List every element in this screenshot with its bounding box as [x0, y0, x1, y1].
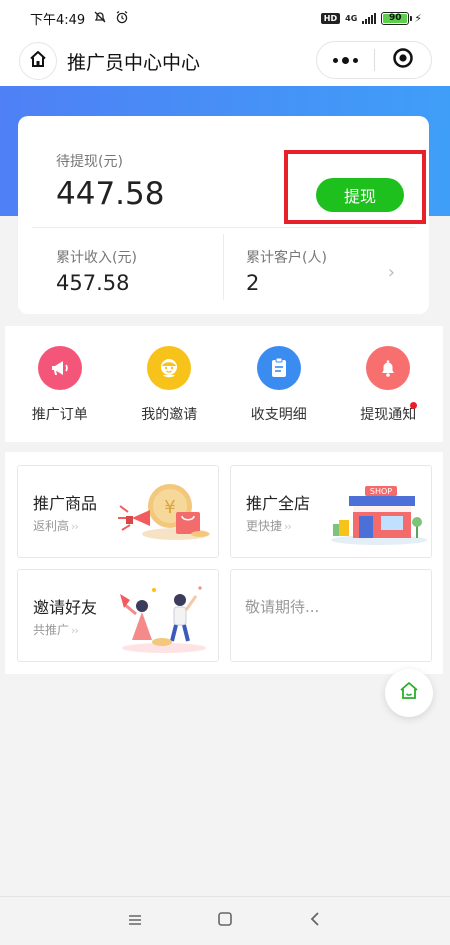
withdraw-button[interactable]: 提现 — [316, 178, 404, 212]
promo-tile-title: 邀请好友 — [33, 598, 98, 617]
status-bar: 下午4:49 HD 4G 90 ⚡ — [0, 0, 450, 36]
stats-divider — [223, 234, 224, 300]
quick-item-my-invites[interactable]: 我的邀请 — [115, 326, 225, 442]
chevron-right-icon[interactable]: › — [388, 262, 395, 283]
battery-icon: 90 — [381, 11, 413, 25]
promo-tile-subtitle: 共推广 ›› — [33, 623, 79, 637]
svg-text:¥: ¥ — [164, 497, 175, 518]
coin-megaphone-illustration: ¥ — [118, 484, 210, 540]
system-nav-bar — [0, 896, 450, 945]
card-divider — [32, 227, 415, 228]
double-chevron-icon: ›› — [284, 520, 292, 533]
total-income-value: 457.58 — [56, 271, 130, 295]
square-icon — [217, 911, 233, 931]
double-chevron-icon: ›› — [71, 520, 79, 533]
close-mini-program-button[interactable] — [374, 47, 431, 73]
promo-tile-title: 推广商品 — [33, 494, 98, 513]
home-icon — [398, 680, 420, 706]
quick-item-statement[interactable]: 收支明细 — [224, 326, 334, 442]
quick-item-label: 推广订单 — [31, 407, 88, 423]
page-title: 推广员中心中心 — [67, 51, 201, 74]
total-income-label: 累计收入(元) — [56, 250, 137, 266]
coming-soon-text: 敬请期待... — [245, 598, 320, 616]
back-icon — [309, 911, 321, 931]
quick-item-label: 我的邀请 — [141, 407, 198, 423]
nav-bar: 推广员中心中心 — [0, 36, 450, 86]
promo-tile-subtitle: 返利高 ›› — [33, 519, 79, 533]
quick-item-label: 收支明细 — [250, 407, 307, 423]
battery-level: 90 — [389, 13, 402, 23]
more-button[interactable] — [317, 56, 374, 64]
quick-item-promo-orders[interactable]: 推广订单 — [5, 326, 115, 442]
status-right: HD 4G 90 ⚡ — [320, 11, 422, 25]
promo-tile-products[interactable]: 推广商品 返利高 ›› ¥ — [17, 465, 219, 558]
quick-item-label: 提现通知 — [360, 407, 417, 423]
promo-tile-invite-friends[interactable]: 邀请好友 共推广 ›› — [17, 569, 219, 662]
smile-icon — [147, 346, 192, 390]
quick-item-withdraw-notice[interactable]: 提现通知 — [334, 326, 444, 442]
target-icon — [392, 47, 414, 73]
bell-icon — [366, 346, 411, 390]
promo-tile-whole-store[interactable]: 推广全店 更快捷 ›› SHOP — [230, 465, 432, 558]
network-type: 4G — [345, 13, 358, 23]
pending-withdraw-value: 447.58 — [56, 176, 165, 212]
pending-withdraw-label: 待提现(元) — [56, 154, 123, 170]
clipboard-icon — [256, 346, 301, 390]
notification-off-icon — [93, 10, 107, 27]
promo-tile-subtitle: 更快捷 ›› — [246, 519, 292, 533]
shop-illustration: SHOP — [331, 486, 427, 545]
promo-tile-coming-soon: 敬请期待... — [230, 569, 432, 662]
total-customers-label[interactable]: 累计客户(人) — [246, 247, 327, 267]
signal-icon — [362, 12, 377, 24]
total-customers-value[interactable]: 2 — [246, 271, 259, 295]
hd-badge: HD — [320, 12, 341, 24]
home-nav-button[interactable] — [180, 911, 270, 931]
alarm-icon — [115, 10, 129, 27]
promo-tile-title: 推广全店 — [246, 494, 311, 513]
megaphone-icon — [37, 346, 82, 390]
back-button[interactable] — [270, 911, 360, 931]
balance-card: 待提现(元) 447.58 提现 累计收入(元) 457.58 累计客户(人) … — [18, 116, 429, 314]
unread-dot — [410, 402, 417, 409]
svg-text:SHOP: SHOP — [370, 487, 392, 496]
menu-icon — [127, 912, 143, 931]
home-button[interactable] — [19, 42, 57, 80]
promo-section: 推广商品 返利高 ›› ¥ 推广全店 更快捷 ›› SHOP 邀请好友 共推广 … — [5, 452, 443, 674]
quick-menu: 推广订单 我的邀请 收支明细 提现通知 — [5, 326, 443, 442]
charging-icon: ⚡ — [414, 11, 422, 25]
floating-home-button[interactable] — [385, 669, 433, 717]
menu-button[interactable] — [90, 912, 180, 931]
invite-friends-illustration — [120, 586, 206, 653]
mini-program-capsule — [316, 41, 432, 79]
status-time: 下午4:49 — [30, 12, 86, 28]
double-chevron-icon: ›› — [71, 624, 79, 637]
home-icon — [28, 49, 48, 73]
